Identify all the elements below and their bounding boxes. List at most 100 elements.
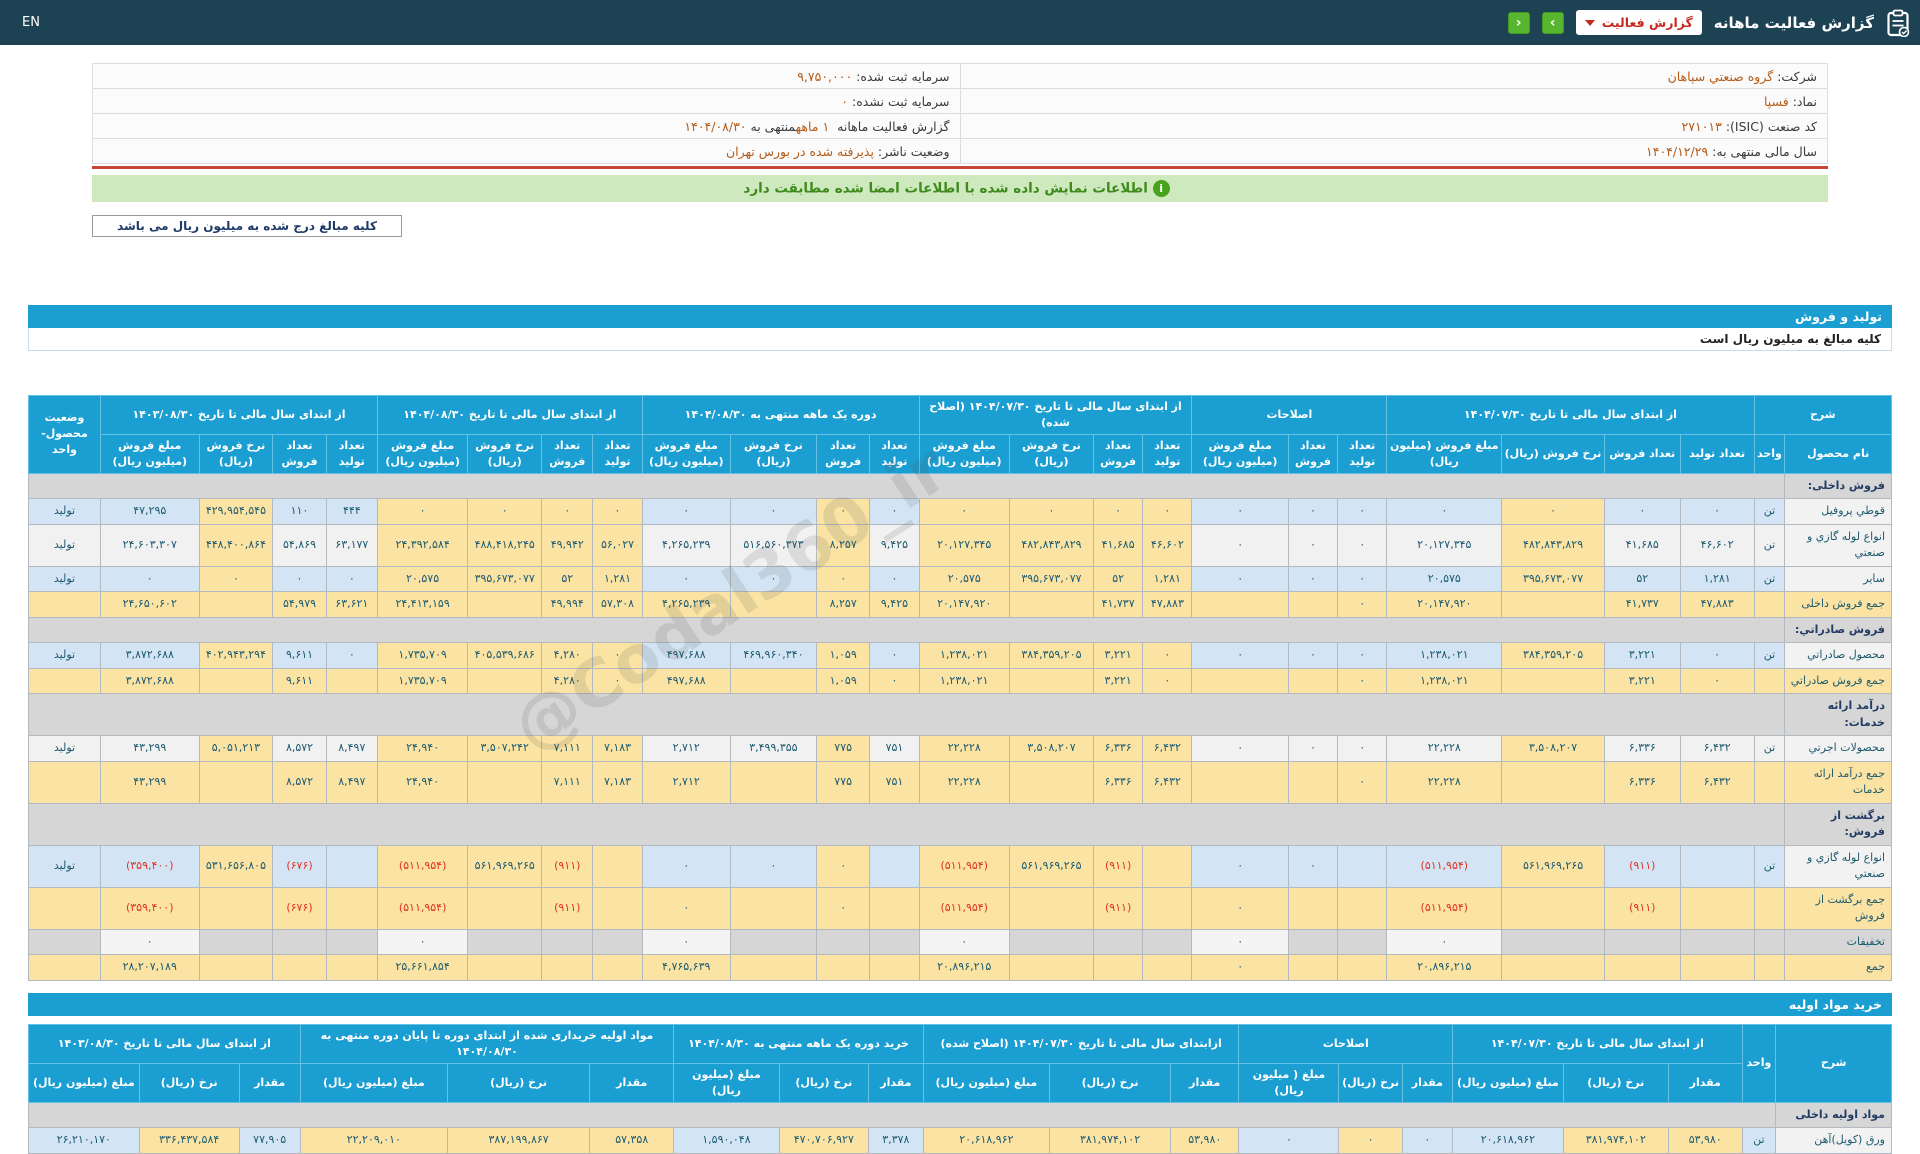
table-row: جمع فروش داخلی ۴۷,۸۸۳ ۴۱,۷۳۷ ۲۰,۱۴۷,۹۲۰ ۰ ۴۷,… [28,591,1892,618]
sales-table: شرح از ابتدای سال مالی تا تاریخ ۱۴۰۴/۰۷/۳… [27,395,1893,981]
table-row: سایر تن ۱,۲۸۱ ۵۲ ۳۹۵,۶۷۳,۰۷۷ ۲۰,۵۷۵ ۰ ۰ ۰ ۱,۲۸۱ ۵۲… [28,565,1892,593]
report-type-dropdown[interactable]: گزارش فعالیت [1575,10,1702,35]
table-row: جمع ۲۰,۸۹۶,۲۱۵ ۰ ۲۰,۸۹۶,۲۱۵ ۴,۷۶۵,۶۳۹ ۲۵,۶۶۱,… [28,954,1892,981]
table-row: جمع فروش صادراتي ۰ ۳,۲۲۱ ۱,۲۳۸,۰۲۱ ۰ ۰ ۳,۲۲۱ ۱,… [28,667,1892,695]
info-cell: شرکت:گروه صنعتي سپاهان [959,63,1828,89]
table-row: محصولات اجرتي تن ۶,۴۳۲ ۶,۳۳۶ ۳,۵۰۸,۲۰۷ ۲۲,۲۲۸… [28,735,1892,762]
column-header: مبلغ (میلیون ریال) [922,1062,1051,1103]
column-header: تعداد تولید [1679,433,1755,474]
column-header: نرخ فروش (ریال) [198,433,274,474]
column-header: مبلغ (میلیون ریال) [299,1062,449,1103]
column-group-header: اصلاحات [1238,1023,1454,1064]
red-divider [92,166,1828,169]
next-report-button[interactable]: › [1541,11,1564,34]
column-group-header: ازابتدای سال مالی تا تاریخ ۱۴۰۴/۰۷/۳۰ (ا… [922,1023,1240,1064]
column-header: مقدار [868,1062,924,1103]
table-row: فروش داخلی: [27,472,1892,500]
table-row: فروش صادراتي: [27,616,1892,644]
info-cell: سرمایه ثبت نشده:۰ [92,88,961,114]
table-row: ورق (کویل)آهن تن ۵۳,۹۸۰ ۳۸۱,۹۷۴,۱۰۲ ۲۰,۶۱۸,۹… [28,1127,1892,1154]
company-info-section: شرکت:گروه صنعتي سپاهان سرمایه ثبت شده:۹,۷… [92,63,1828,164]
info-icon: i [1152,180,1170,197]
report-icon [1886,9,1910,37]
column-header: مبلغ (میلیون ریال) [1452,1062,1564,1103]
info-cell: کد صنعت (ISIC):۲۷۱۰۱۳ [959,113,1828,139]
info-cell: وضعیت ناشر:پذیرفته شده در بورس تهران [92,138,961,164]
column-group-header: خرید دوره یک ماهه منتهی به ۱۴۰۴/۰۸/۳۰ [673,1023,924,1064]
column-group-header: از ابتدای سال مالی تا تاریخ ۱۴۰۴/۰۸/۳۰ [376,395,643,435]
column-header: مقدار [1170,1062,1240,1103]
column-group-header: اصلاحات [1191,395,1388,435]
info-row: نماد:فسپا سرمایه ثبت نشده:۰ [92,88,1828,114]
language-toggle[interactable]: EN [22,15,40,30]
column-header: نرخ (ریال) [138,1062,240,1103]
amounts-unit-note-box: کلیه مبالغ درج شده به میلیون ریال می باش… [92,215,402,237]
column-header: واحد [1741,1023,1777,1103]
column-header: نرخ (ریال) [778,1062,870,1103]
column-header: تعداد فروش [815,433,871,474]
column-header: مقدار [589,1062,675,1103]
notice-text: اطلاعات نمایش داده شده با اطلاعات امضا ش… [743,180,1148,197]
top-bar: گزارش فعالیت ماهانه گزارش فعالیت › ‹ EN [0,0,1920,45]
table-row: انواع لوله گازي و صنعتي تن ۴۶,۶۰۲ ۴۱,۶۸۵ ۴۸۲… [28,523,1892,567]
column-header: نرخ (ریال) [1338,1062,1403,1103]
info-cell: گزارش فعالیت ماهانه ۱ ماههمنتهی به۱۴۰۴/۰… [92,113,961,139]
column-header: تعداد فروش [272,433,327,474]
column-header: نرخ فروش (ریال) [729,433,818,474]
column-group-header: از ابتدای سال مالی تا تاریخ ۱۴۰۴/۰۷/۳۰ [1386,395,1755,435]
column-group-header: از ابتدای سال مالی تا تاریخ ۱۴۰۳/۰۸/۳۰ [28,1023,301,1064]
company-info-table: شرکت:گروه صنعتي سپاهان سرمایه ثبت شده:۹,۷… [92,63,1828,164]
column-header: تعداد فروش [541,433,594,474]
column-header: تعداد تولید [592,433,643,474]
table-row: درآمد ارائه خدمات: [27,693,1892,737]
column-header: مبلغ فروش (میلیون ریال) [99,433,200,474]
column-header: تعداد فروش [1287,433,1339,474]
column-header: شرح [1775,1023,1892,1103]
sales-unit-note: کلیه مبالغ به میلیون ریال است [28,328,1892,351]
column-group-header: از ابتدای سال مالی تا تاریخ ۱۴۰۴/۰۷/۳۰ (… [918,395,1193,435]
info-cell: سال مالی منتهی به:۱۴۰۴/۱۲/۲۹ [959,138,1828,164]
column-header: نرخ (ریال) [1049,1062,1172,1103]
section-header-raw-material-purchase: خرید مواد اولیه [28,992,1892,1016]
column-header: مبلغ فروش (میلیون ریال) [376,433,469,474]
table-row: تخفیفات ۰ ۰ ۰ ۰ ۰ ۰ [28,928,1892,956]
column-header: مبلغ فروش (میلیون ریال) [1191,433,1289,474]
column-header: مبلغ ( میلیون ریال) [1238,1062,1340,1103]
column-header: مبلغ فروش (میلیون ریال) [1386,433,1503,474]
info-cell: نماد:فسپا [959,88,1828,114]
column-group-header: از ابتدای سال مالی تا تاریخ ۱۴۰۳/۰۸/۳۰ [99,395,378,435]
column-group-header: مواد اولیه خریداری شده از ابتدای دوره تا… [299,1023,675,1064]
table-row: انواع لوله گازي و صنعتي تن (۹۱۱) ۵۶۱,۹۶۹,۲۶… [28,844,1892,888]
info-cell: سرمایه ثبت شده:۹,۷۵۰,۰۰۰ [92,63,961,89]
column-header: تعداد تولید [869,433,920,474]
column-group-header: از ابتدای سال مالی تا تاریخ ۱۴۰۴/۰۷/۳۰ [1452,1023,1743,1064]
chevron-down-icon [1584,19,1595,26]
column-header: نرخ (ریال) [1562,1062,1669,1103]
column-header: واحد [1753,433,1786,474]
column-header: مقدار [1667,1062,1743,1103]
column-header: نرخ فروش (ریال) [1501,433,1605,474]
column-header: نرخ (ریال) [447,1062,591,1103]
report-type-label: گزارش فعالیت [1601,15,1693,30]
column-header: نام محصول [1784,433,1892,474]
column-header: مبلغ فروش (میلیون ریال) [918,433,1010,474]
column-header: تعداد تولید [1337,433,1388,474]
info-row: شرکت:گروه صنعتي سپاهان سرمایه ثبت شده:۹,۷… [92,63,1828,89]
column-header: نرخ فروش (ریال) [467,433,543,474]
info-row: کد صنعت (ISIC):۲۷۱۰۱۳ گزارش فعالیت ماهانه… [92,113,1828,139]
table-row: جمع درآمد ارائه خدمات ۶,۴۳۲ ۶,۳۳۶ ۲۲,۲۲۸ ۰ ۶,… [28,760,1892,804]
column-header: مبلغ فروش (میلیون ریال) [641,433,731,474]
page-title: گزارش فعالیت ماهانه [1713,13,1874,32]
column-header: وضعیت محصول-واحد [28,395,101,474]
table-row: محصول صادراتي تن ۰ ۳,۲۲۱ ۳۸۴,۳۵۹,۲۰۵ ۱,۲۳۸,۰۲… [28,642,1892,669]
column-header: تعداد تولید [325,433,378,474]
prev-report-button[interactable]: ‹ [1507,11,1530,34]
table-row: قوطي پروفيل تن ۰ ۰ ۰ ۰ ۰ ۰ ۰ ۰ ۰ ۰ ۰ ۰ ۰ ۰ ۰ ۰ ۰ ۰ ۰ ۴۴۴ ۱۱۰ ۴۲… [28,498,1892,525]
column-header: تعداد تولید [1142,433,1193,474]
purchases-table: شرح واحد از ابتدای سال مالی تا تاریخ ۱۴۰۴/… [27,1023,1892,1154]
column-group-header: شرح [1753,395,1893,435]
column-header: تعداد فروش [1603,433,1681,474]
info-row: سال مالی منتهی به:۱۴۰۴/۱۲/۲۹ وضعیت ناشر:پ… [92,138,1828,164]
column-group-header: دوره یک ماهه منتهی به ۱۴۰۴/۰۸/۳۰ [641,395,920,435]
column-header: مقدار [238,1062,301,1103]
